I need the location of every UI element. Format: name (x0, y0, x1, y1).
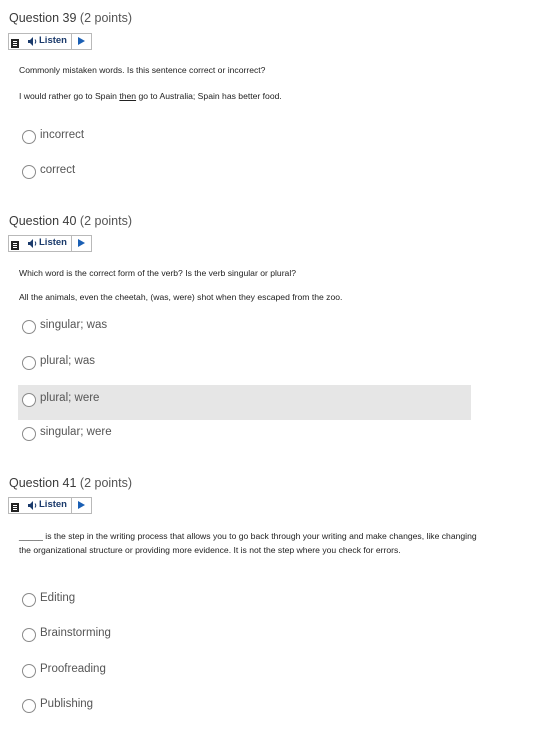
answer-option[interactable]: singular; were (18, 417, 471, 452)
underlined-word: then (119, 91, 137, 101)
divider (71, 236, 72, 251)
option-label: incorrect (40, 129, 85, 141)
question-number: Question 39 (9, 11, 77, 25)
listen-label: Listen (39, 35, 67, 46)
option-label: plural; were (40, 392, 100, 404)
option-label: Proofreading (40, 663, 106, 675)
question-points: (2 points) (79, 11, 133, 25)
listen-label: Listen (39, 499, 67, 510)
answer-option[interactable]: Proofreading (18, 654, 471, 689)
play-icon[interactable] (78, 37, 85, 45)
listen-label: Listen (39, 237, 67, 248)
option-label: Brainstorming (40, 627, 111, 639)
listen-button[interactable]: Listen (8, 33, 92, 50)
answer-option[interactable]: Brainstorming (18, 618, 471, 653)
question-prompt: Which word is the correct form of the ve… (19, 268, 297, 278)
question-sentence: I would rather go to Spain then go to Au… (19, 91, 282, 101)
answer-option[interactable]: Publishing (18, 689, 471, 724)
document-icon (11, 503, 19, 512)
answer-option[interactable]: Editing (18, 583, 471, 618)
question-prompt: _____ is the step in the writing process… (19, 531, 477, 555)
answer-option[interactable]: incorrect (18, 120, 471, 155)
radio-button[interactable] (22, 356, 36, 370)
radio-button[interactable] (22, 165, 36, 179)
listen-button[interactable]: Listen (8, 497, 92, 514)
answer-option[interactable]: correct (18, 155, 471, 190)
radio-button[interactable] (22, 664, 36, 678)
question-title: Question 40 (2 points) (9, 214, 132, 228)
play-icon[interactable] (78, 501, 85, 509)
radio-button[interactable] (22, 320, 36, 334)
question-points: (2 points) (79, 214, 133, 228)
option-label: correct (40, 164, 76, 176)
question-points: (2 points) (79, 476, 133, 490)
option-label: Publishing (40, 698, 94, 710)
radio-button[interactable] (22, 593, 36, 607)
divider (71, 34, 72, 49)
radio-button[interactable] (22, 393, 36, 407)
answer-option[interactable]: plural; was (18, 346, 471, 381)
radio-button[interactable] (22, 628, 36, 642)
radio-button[interactable] (22, 130, 36, 144)
question-prompt: Commonly mistaken words. Is this sentenc… (19, 65, 266, 75)
document-icon (11, 39, 19, 48)
divider (71, 498, 72, 513)
document-icon (11, 241, 19, 250)
option-label: singular; were (40, 426, 112, 438)
question-title: Question 39 (2 points) (9, 11, 132, 25)
question-number: Question 41 (9, 476, 77, 490)
answer-option-hovered[interactable]: plural; were (18, 385, 471, 420)
option-label: plural; was (40, 355, 95, 367)
play-icon[interactable] (78, 239, 85, 247)
question-number: Question 40 (9, 214, 77, 228)
option-label: Editing (40, 592, 76, 604)
option-label: singular; was (40, 319, 108, 331)
answer-option[interactable]: singular; was (18, 310, 471, 345)
radio-button[interactable] (22, 699, 36, 713)
question-title: Question 41 (2 points) (9, 476, 132, 490)
radio-button[interactable] (22, 427, 36, 441)
listen-button[interactable]: Listen (8, 235, 92, 252)
question-sentence: All the animals, even the cheetah, (was,… (19, 292, 343, 302)
